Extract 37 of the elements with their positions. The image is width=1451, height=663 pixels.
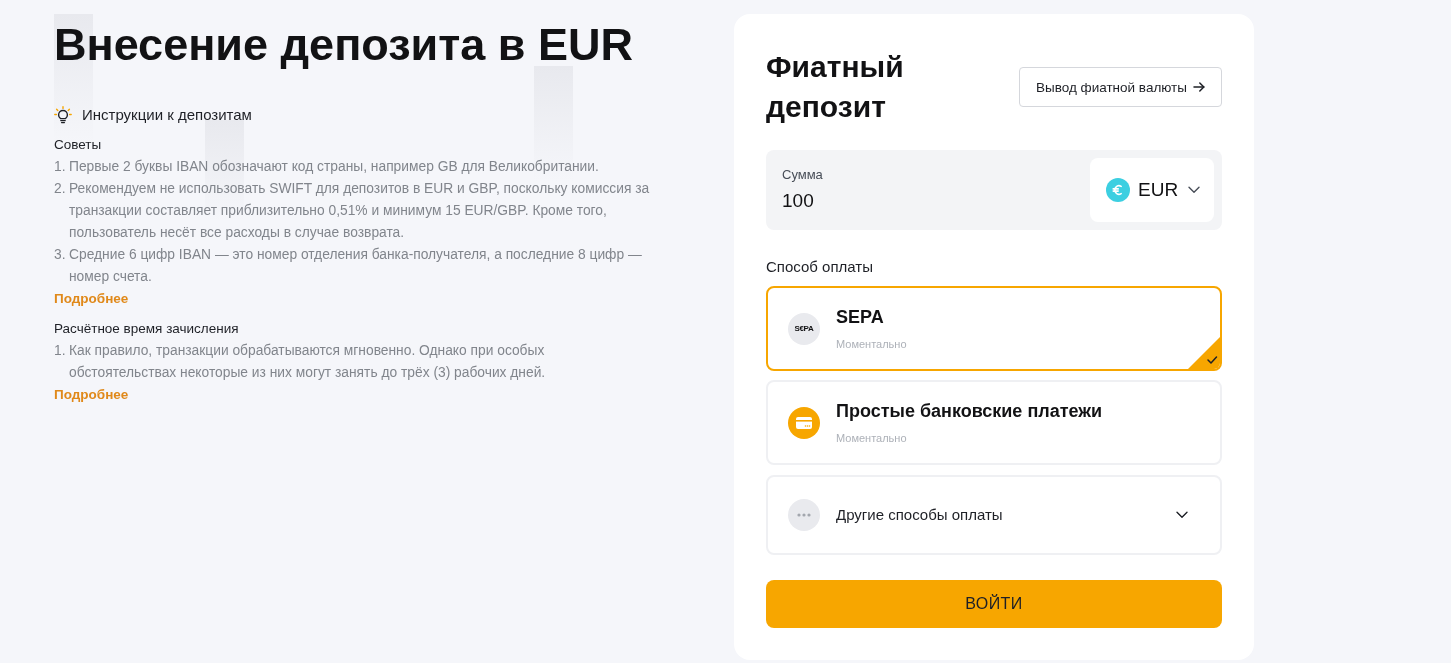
lightbulb-icon: [54, 106, 72, 124]
bank-card-icon: [788, 406, 820, 439]
section-title: Расчётное время зачисления: [54, 320, 240, 338]
card-title: Фиатный депозит: [766, 49, 905, 125]
tip-text: Рекомендуем не использовать SWIFT для депозитов в EUR и GBP, поскольку комиссия за транзакции составляет приблизительно 0,51% и минимум 15 EUR/GBP. Кроме того, пользователь несёт все расходы в случае возврата.: [69, 180, 651, 242]
section-title: Советы: [54, 136, 103, 154]
tip-text: Как правило, транзакции обрабатываются мгновенно. Однако при особых обстоятельствах некоторые из них могут занять до трёх (3) рабочих дней.: [69, 342, 547, 382]
option-note: Моментально: [836, 337, 908, 352]
arrow-right-icon: [1193, 82, 1205, 92]
payment-option[interactable]: Простые банковские платежи Моментально: [766, 380, 1222, 465]
amount-value: 100: [782, 189, 815, 213]
withdraw-button[interactable]: Вывод фиатной валюты: [1019, 67, 1222, 107]
tip-text: Первые 2 буквы IBAN обозначают код страны, например GB для Великобритании.: [69, 158, 600, 176]
tip-text: Средние 6 цифр IBAN — это номер отделения банка-получателя, а последние 8 цифр — номер счета.: [69, 246, 643, 286]
amount-field[interactable]: Сумма 100 EUR: [766, 150, 1222, 230]
instructions-heading: Инструкции к депозитам: [82, 105, 252, 125]
currency-select[interactable]: EUR: [1090, 158, 1214, 222]
list-number: 2.: [54, 180, 67, 198]
submit-button[interactable]: ВОЙТИ: [766, 580, 1222, 628]
more-dots-icon: [788, 499, 820, 531]
list-number: 1.: [54, 158, 67, 176]
sepa-logo: S€PA: [788, 312, 820, 345]
page-title: Внесение депозита в EUR: [54, 18, 634, 72]
chevron-down-icon: [1188, 186, 1200, 194]
option-title: Простые банковские платежи: [836, 400, 1104, 423]
list-number: 1.: [54, 342, 67, 360]
option-note: Моментально: [836, 431, 908, 446]
payment-method-label: Способ оплаты: [766, 257, 874, 277]
option-title: Другие способы оплаты: [836, 505, 1004, 525]
list-number: 3.: [54, 246, 67, 264]
payment-option[interactable]: S€PA SEPA Моментально: [766, 286, 1222, 371]
payment-option[interactable]: Другие способы оплаты: [766, 475, 1222, 555]
option-title: SEPA: [836, 306, 885, 329]
amount-label: Сумма: [782, 166, 823, 184]
chevron-down-icon: [1176, 511, 1188, 519]
check-corner-icon: [1188, 337, 1220, 369]
euro-coin-icon: [1106, 178, 1130, 202]
